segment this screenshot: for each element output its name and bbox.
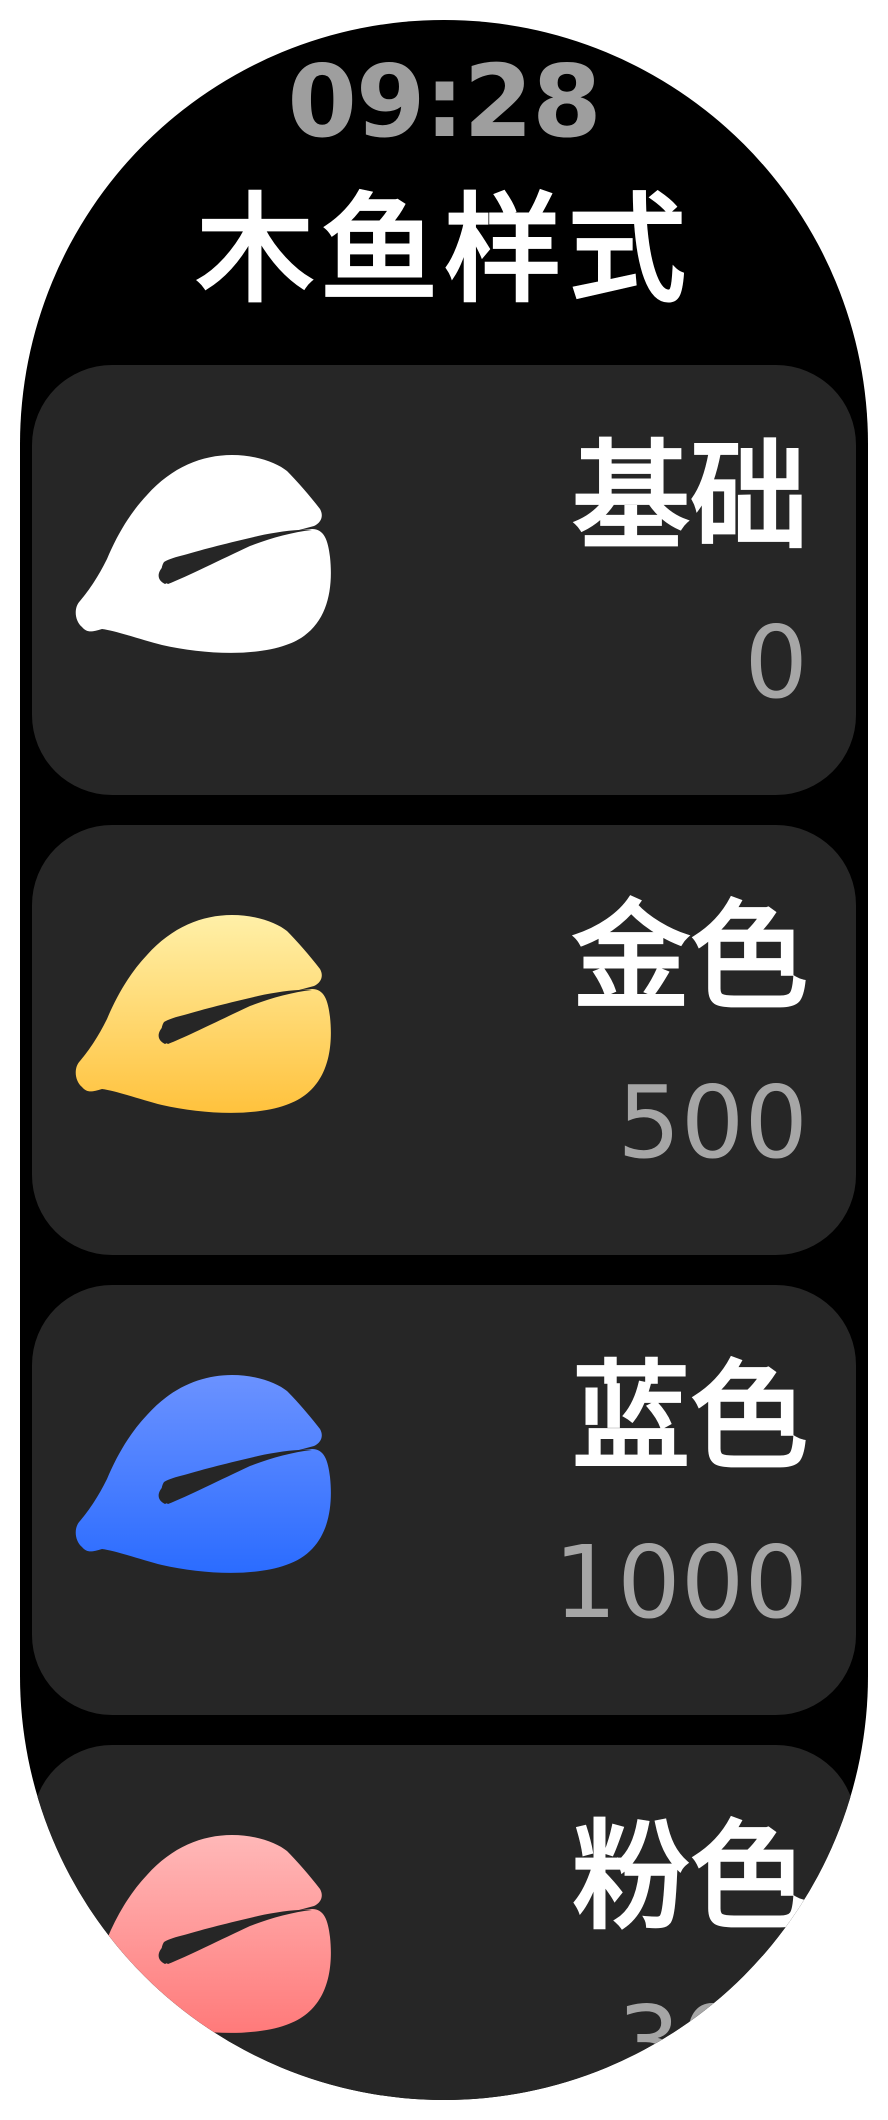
style-price: 500 — [617, 1064, 808, 1181]
style-name: 金色 — [571, 888, 808, 1026]
style-option-gold[interactable]: 金色 500 — [32, 825, 856, 1255]
style-option-blue[interactable]: 蓝色 1000 — [32, 1285, 856, 1715]
style-name: 粉色 — [571, 1808, 808, 1946]
style-price: 300 — [617, 1984, 808, 2100]
page-title: 木鱼样式 — [195, 181, 692, 319]
wooden-fish-icon — [75, 915, 331, 1113]
wooden-fish-icon — [75, 455, 331, 653]
style-option-pink[interactable]: 粉色 300 — [32, 1745, 856, 2100]
style-name: 蓝色 — [571, 1348, 808, 1486]
wooden-fish-icon — [75, 1835, 331, 2033]
style-price: 1000 — [553, 1524, 809, 1641]
style-name: 基础 — [571, 428, 808, 566]
style-price: 0 — [744, 604, 808, 721]
status-time: 09:28 — [287, 43, 601, 160]
style-option-basic[interactable]: 基础 0 — [32, 365, 856, 795]
wooden-fish-icon — [75, 1375, 331, 1573]
watch-screen: 09:28 木鱼样式 基础 0 金色 500 蓝色 1000 粉色 300 — [20, 20, 868, 2100]
